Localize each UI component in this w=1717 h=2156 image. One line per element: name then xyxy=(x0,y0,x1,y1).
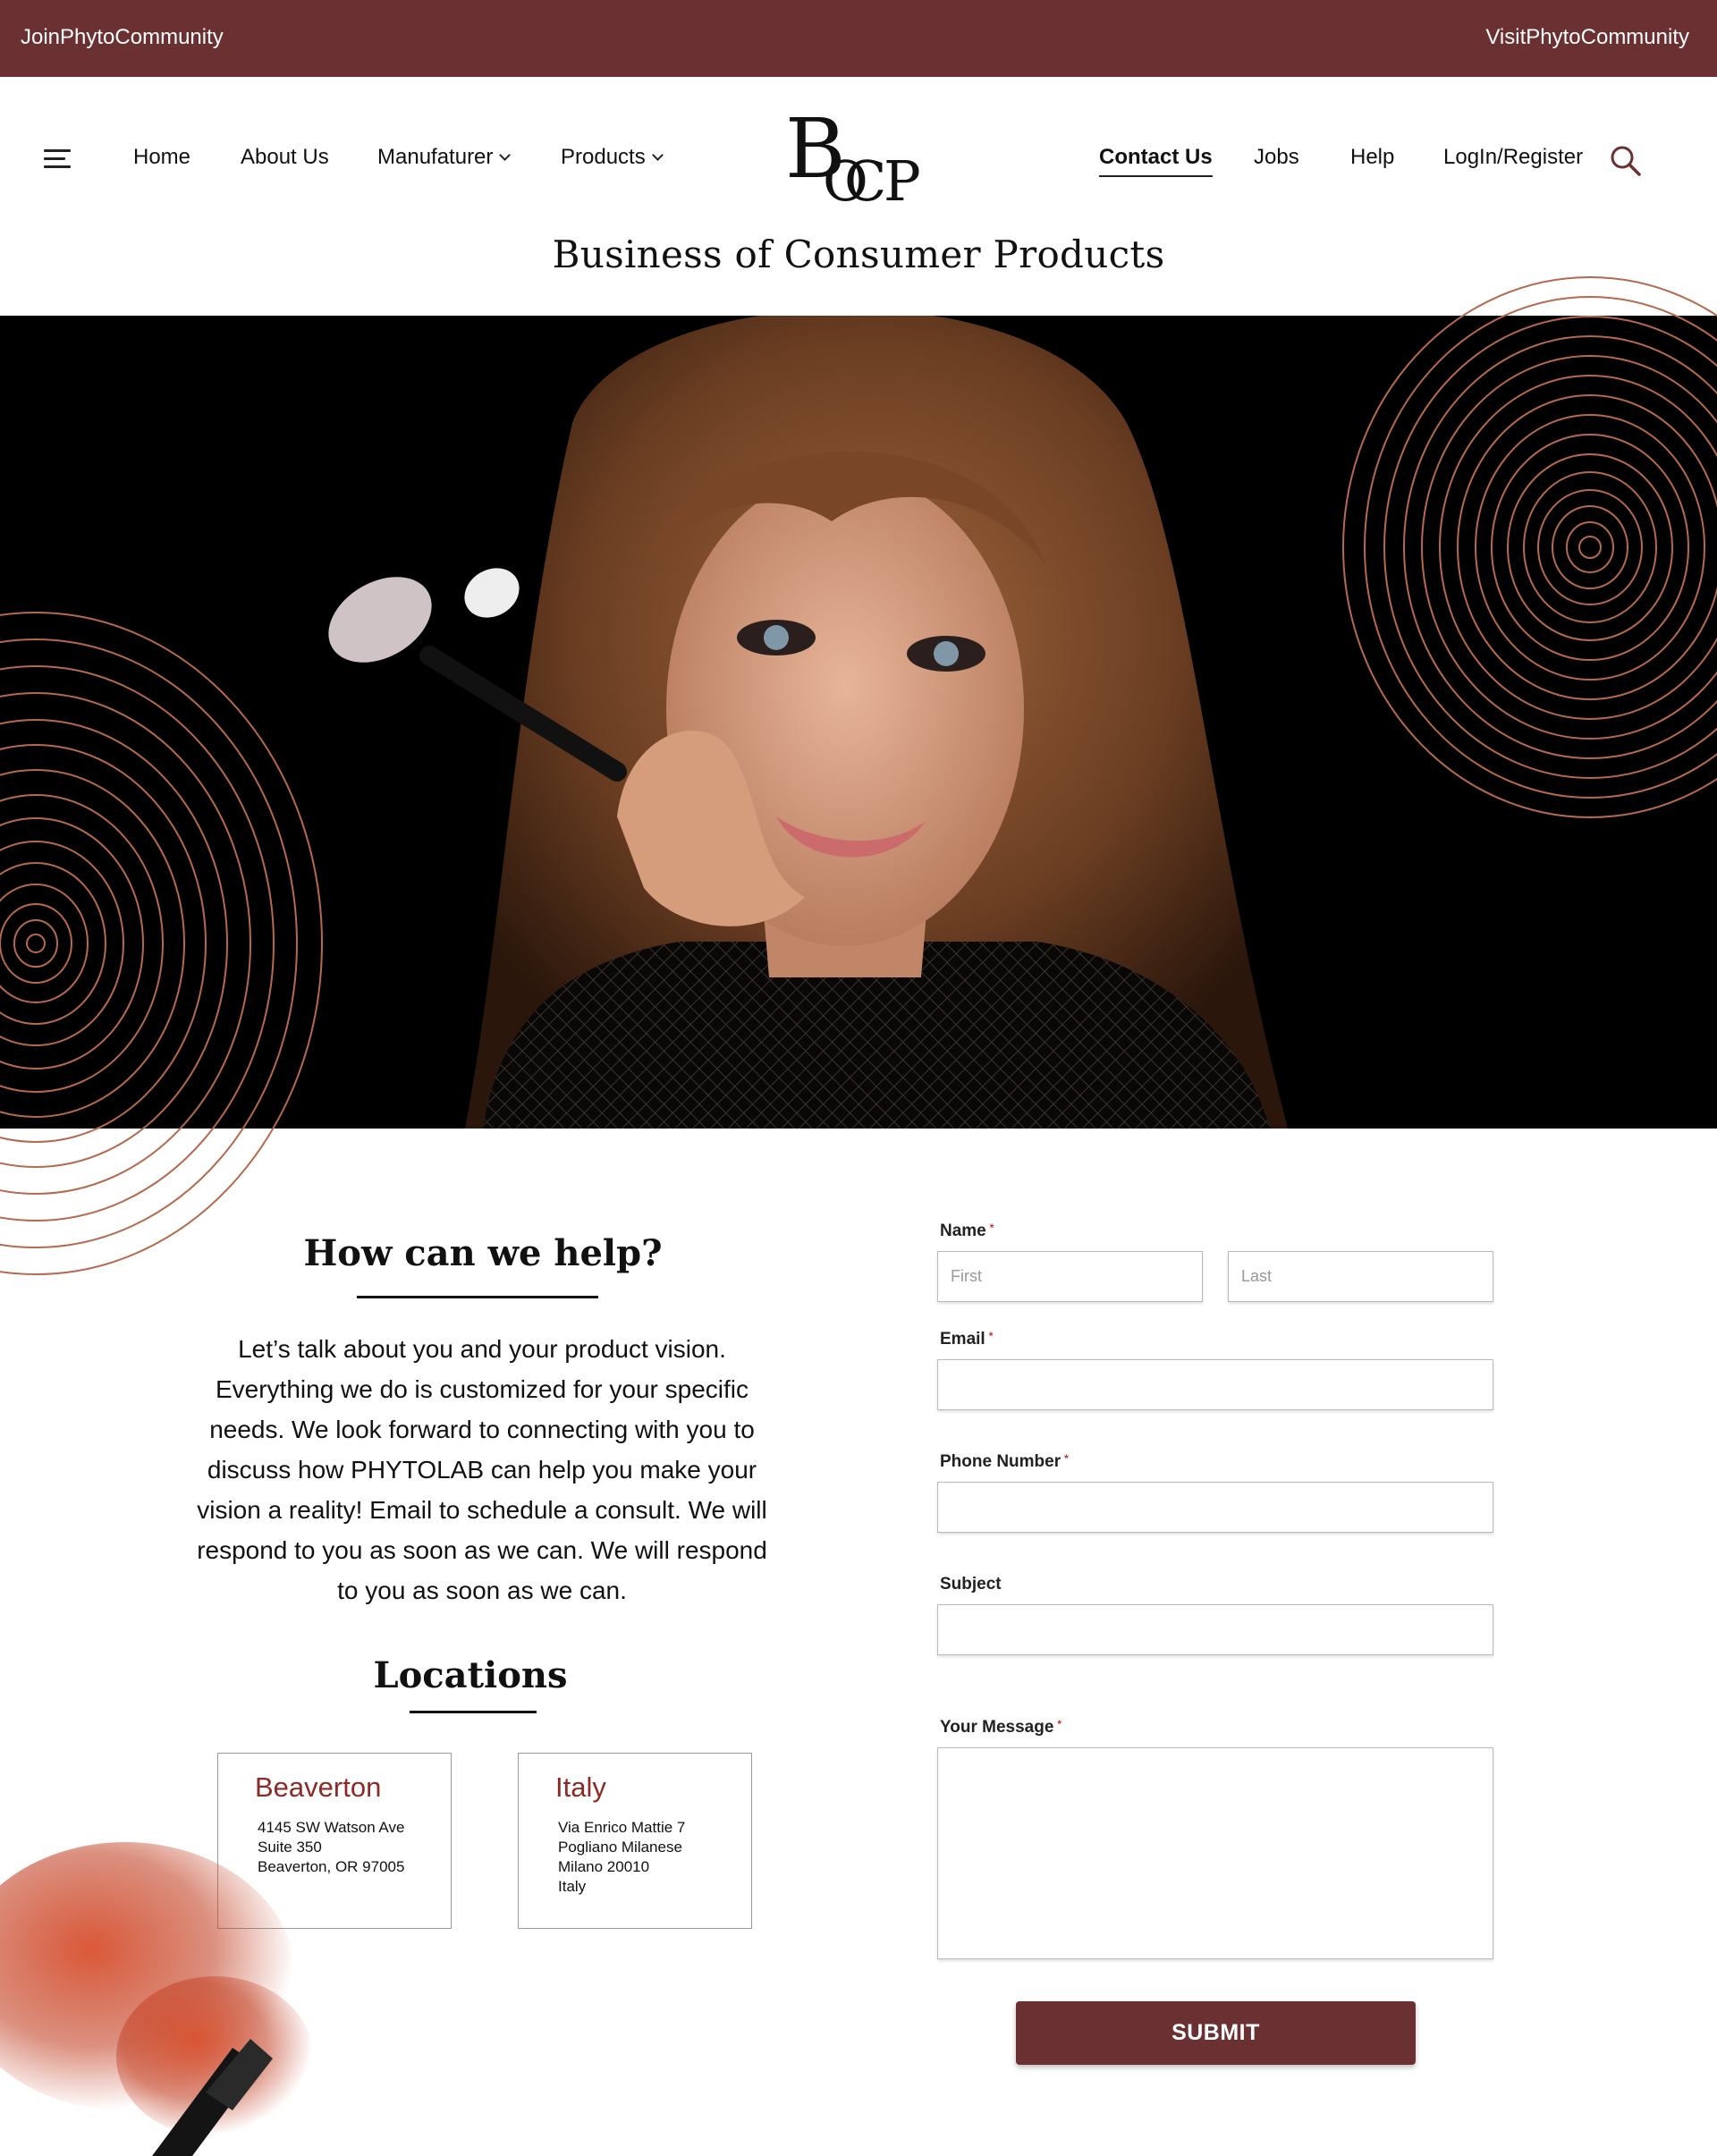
nav-help[interactable]: Help xyxy=(1350,145,1394,170)
message-label: Your Message * xyxy=(940,1718,1062,1737)
heading-underline xyxy=(357,1296,598,1298)
nav-products[interactable]: Products xyxy=(561,145,664,170)
top-bar: JoinPhytoCommunity VisitPhytoCommunity xyxy=(0,0,1717,77)
email-label: Email * xyxy=(940,1330,994,1349)
location-card-italy: Italy Via Enrico Mattie 7 Pogliano Milan… xyxy=(518,1753,752,1929)
nav-jobs[interactable]: Jobs xyxy=(1254,145,1299,170)
location-name: Beaverton xyxy=(255,1771,382,1803)
help-description: Let’s talk about you and your product vi… xyxy=(197,1335,767,1604)
visit-community-link[interactable]: VisitPhytoCommunity xyxy=(1485,25,1689,50)
phone-field[interactable] xyxy=(937,1482,1493,1533)
name-label: Name * xyxy=(940,1222,994,1240)
heading-underline xyxy=(410,1711,537,1713)
email-field[interactable] xyxy=(937,1359,1493,1410)
subject-label: Subject xyxy=(940,1575,1002,1594)
subject-field[interactable] xyxy=(937,1604,1493,1655)
nav-manufacturer-label: Manufaturer xyxy=(377,145,494,169)
svg-text:C: C xyxy=(844,148,886,206)
powder-brush-image xyxy=(0,1842,313,2156)
decorative-swirl-right xyxy=(1342,276,1717,818)
logo-mark: B O C P xyxy=(785,101,921,214)
help-heading: How can we help? xyxy=(303,1232,663,1274)
location-name: Italy xyxy=(555,1771,606,1803)
hamburger-menu-icon[interactable] xyxy=(44,149,71,169)
decorative-swirl-left xyxy=(0,612,323,1275)
nav-home[interactable]: Home xyxy=(133,145,190,170)
first-name-input[interactable] xyxy=(937,1251,1203,1302)
nav-products-label: Products xyxy=(561,145,646,169)
locations-heading: Locations xyxy=(373,1654,568,1696)
search-icon[interactable] xyxy=(1610,145,1642,177)
phone-label: Phone Number * xyxy=(940,1452,1069,1471)
site-logo[interactable]: B O C P xyxy=(785,101,937,214)
chevron-down-icon xyxy=(651,149,664,161)
chevron-down-icon xyxy=(499,149,512,161)
nav-about-us[interactable]: About Us xyxy=(241,145,329,170)
nav-contact-us[interactable]: Contact Us xyxy=(1099,145,1213,177)
submit-button[interactable]: SUBMIT xyxy=(1016,2001,1416,2065)
brand-tagline: Business of Consumer Products xyxy=(552,233,1165,276)
join-community-link[interactable]: JoinPhytoCommunity xyxy=(21,25,224,50)
nav-manufacturer[interactable]: Manufaturer xyxy=(377,145,512,170)
nav-login-register[interactable]: LogIn/Register xyxy=(1443,145,1583,170)
svg-text:P: P xyxy=(884,148,921,206)
last-name-input[interactable] xyxy=(1228,1251,1493,1302)
message-textarea[interactable] xyxy=(937,1747,1493,1959)
location-address: Via Enrico Mattie 7 Pogliano Milanese Mi… xyxy=(558,1819,686,1895)
